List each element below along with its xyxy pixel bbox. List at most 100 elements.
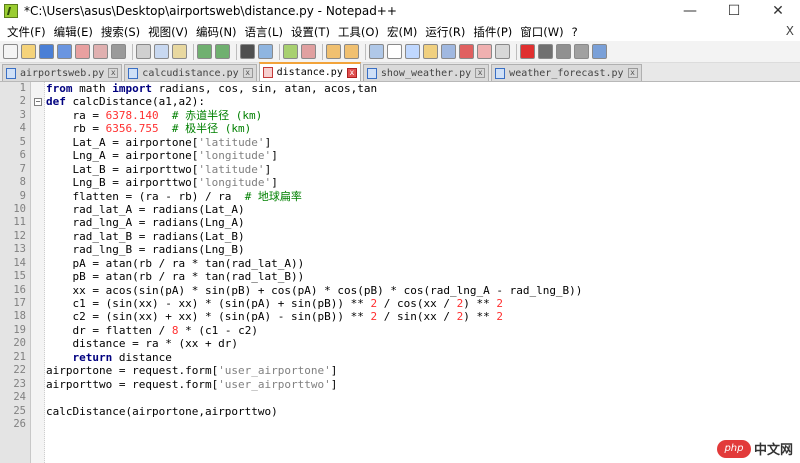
fold-collapse-icon[interactable]: − <box>34 98 42 107</box>
code-line[interactable]: 4 rb = 6356.755 # 极半径 (km) <box>20 122 800 135</box>
code-line[interactable]: 9 flatten = (ra - rb) / ra # 地球扁率 <box>20 190 800 203</box>
stop-macro-icon[interactable] <box>538 44 553 59</box>
copy-icon[interactable] <box>154 44 169 59</box>
open-file-icon[interactable] <box>21 44 36 59</box>
code-line[interactable]: 20 distance = ra * (xx + dr) <box>13 337 800 350</box>
find-icon[interactable] <box>240 44 255 59</box>
sync-vertical-icon[interactable] <box>326 44 341 59</box>
code-line[interactable]: 6 Lng_A = airportone['longitude'] <box>20 149 800 162</box>
close-document-icon[interactable]: X <box>786 24 794 38</box>
code-line[interactable]: 1 from math import radians, cos, sin, ata… <box>20 82 800 95</box>
paste-icon[interactable] <box>172 44 187 59</box>
redo-icon[interactable] <box>215 44 230 59</box>
code-line[interactable]: 5 Lat_A = airportone['latitude'] <box>20 135 800 149</box>
code-line[interactable]: 8 Lng_B = airporttwo['longitude'] <box>20 176 800 189</box>
tab-weather-forecast[interactable]: weather_forecast.py x <box>491 64 642 81</box>
maximize-button[interactable]: ☐ <box>712 0 756 22</box>
cut-icon[interactable] <box>136 44 151 59</box>
code-line[interactable]: 10 rad_lat_A = radians(Lat_A) <box>13 203 800 216</box>
code-line[interactable]: 22 airportone = request.form['user_airpor… <box>13 364 800 378</box>
fold-margin[interactable] <box>31 82 45 463</box>
code-line[interactable]: 13 rad_lng_B = radians(Lng_B) <box>13 243 800 256</box>
language-define-icon[interactable] <box>423 44 438 59</box>
close-file-icon[interactable] <box>75 44 90 59</box>
code-line[interactable]: 15 pB = atan(rb / ra * tan(rad_lat_B)) <box>13 270 800 283</box>
code-line[interactable]: 11 rad_lng_A = radians(Lng_A) <box>13 216 800 229</box>
code-line[interactable]: 3 ra = 6378.140 # 赤道半径 (km) <box>20 108 800 122</box>
print-icon[interactable] <box>111 44 126 59</box>
file-modified-icon <box>262 67 273 78</box>
code-line[interactable]: 17 c1 = (sin(xx) - xx) * (sin(pA) + sin(… <box>13 297 800 310</box>
code-token: distance <box>112 350 172 364</box>
close-all-icon[interactable] <box>93 44 108 59</box>
menu-window[interactable]: 窗口(W) <box>516 24 567 40</box>
code-line[interactable]: 23 airporttwo = request.form['user_airpor… <box>13 378 800 391</box>
indent-guide-icon[interactable] <box>405 44 420 59</box>
save-macro-icon[interactable] <box>592 44 607 59</box>
code-editor[interactable]: 1 from math import radians, cos, sin, ata… <box>0 82 800 463</box>
menu-encoding[interactable]: 编码(N) <box>192 24 241 40</box>
line-number: 9 <box>19 189 26 202</box>
code-line[interactable]: 24 <box>13 391 800 404</box>
tab-show-weather[interactable]: show_weather.py x <box>362 64 490 81</box>
code-area[interactable]: 1 from math import radians, cos, sin, ata… <box>13 82 800 431</box>
show-all-chars-icon[interactable] <box>387 44 402 59</box>
run-macro-multiple-icon[interactable] <box>574 44 589 59</box>
new-file-icon[interactable] <box>3 44 18 59</box>
code-line[interactable]: 7 Lat_B = airporttwo['latitude'] <box>20 163 800 176</box>
function-list-icon[interactable] <box>459 44 474 59</box>
menu-view[interactable]: 视图(V) <box>144 24 192 40</box>
doc-map-icon[interactable] <box>441 44 456 59</box>
word-wrap-icon[interactable] <box>369 44 384 59</box>
record-macro-icon[interactable] <box>520 44 535 59</box>
menu-search[interactable]: 搜索(S) <box>97 24 144 40</box>
menu-tools[interactable]: 工具(O) <box>334 24 383 40</box>
notepadpp-app-icon <box>4 4 18 18</box>
folder-as-workspace-icon[interactable] <box>477 44 492 59</box>
code-line[interactable]: 25 calcDistance(airportone,airporttwo) <box>13 405 800 418</box>
code-token: ] <box>264 135 272 149</box>
menu-language[interactable]: 语言(L) <box>241 24 287 40</box>
tab-airportsweb[interactable]: airportsweb.py x <box>2 64 123 81</box>
code-line[interactable]: 16 xx = acos(sin(pA) * sin(pB) + cos(pA)… <box>13 284 800 297</box>
play-macro-icon[interactable] <box>556 44 571 59</box>
zoom-out-icon[interactable] <box>301 44 316 59</box>
menu-settings[interactable]: 设置(T) <box>287 24 334 40</box>
tab-calcudistance[interactable]: calcudistance.py x <box>124 64 257 81</box>
watermark-text: 中文网 <box>753 443 793 458</box>
save-icon[interactable] <box>39 44 54 59</box>
line-number: 14 <box>13 256 26 269</box>
undo-icon[interactable] <box>197 44 212 59</box>
tab-close-icon[interactable]: x <box>475 68 486 78</box>
menu-edit[interactable]: 编辑(E) <box>50 24 97 40</box>
zoom-in-icon[interactable] <box>283 44 298 59</box>
replace-icon[interactable] <box>258 44 273 59</box>
tab-distance[interactable]: distance.py x <box>258 62 361 81</box>
tab-close-icon[interactable]: x <box>242 68 253 78</box>
menu-run[interactable]: 运行(R) <box>421 24 469 40</box>
code-line[interactable]: 18 c2 = (sin(xx) + xx) * (sin(pA) - sin(… <box>13 310 800 323</box>
code-token: ] <box>330 364 338 378</box>
tab-close-icon[interactable]: x <box>627 68 638 78</box>
menu-plugins[interactable]: 插件(P) <box>469 24 516 40</box>
sync-horizontal-icon[interactable] <box>344 44 359 59</box>
code-line[interactable]: 14 pA = atan(rb / ra * tan(rad_lat_A)) <box>13 257 800 270</box>
menu-file[interactable]: 文件(F) <box>3 24 50 40</box>
tab-close-icon[interactable]: x <box>108 68 119 78</box>
code-token: # 赤道半径 (km) <box>171 108 263 122</box>
code-token: airportone = request.form[ <box>46 364 219 378</box>
code-line[interactable]: 19 dr = flatten / 8 * (c1 - c2) <box>13 324 800 337</box>
code-line[interactable]: 26 <box>13 418 800 431</box>
line-number: 17 <box>13 297 26 309</box>
code-line[interactable]: 12 rad_lat_B = radians(Lat_B) <box>13 230 800 243</box>
code-line[interactable]: 2− def calcDistance(a1,a2): <box>20 95 800 108</box>
menu-macro[interactable]: 宏(M) <box>383 24 421 40</box>
monitoring-icon[interactable] <box>495 44 510 59</box>
menu-help[interactable]: ? <box>568 25 582 39</box>
toolbar-separator <box>132 43 133 60</box>
save-all-icon[interactable] <box>57 44 72 59</box>
close-button[interactable]: ✕ <box>756 0 800 22</box>
tab-close-icon[interactable]: x <box>346 67 357 78</box>
minimize-button[interactable]: — <box>668 0 712 22</box>
code-line[interactable]: 21 return distance <box>13 350 800 364</box>
